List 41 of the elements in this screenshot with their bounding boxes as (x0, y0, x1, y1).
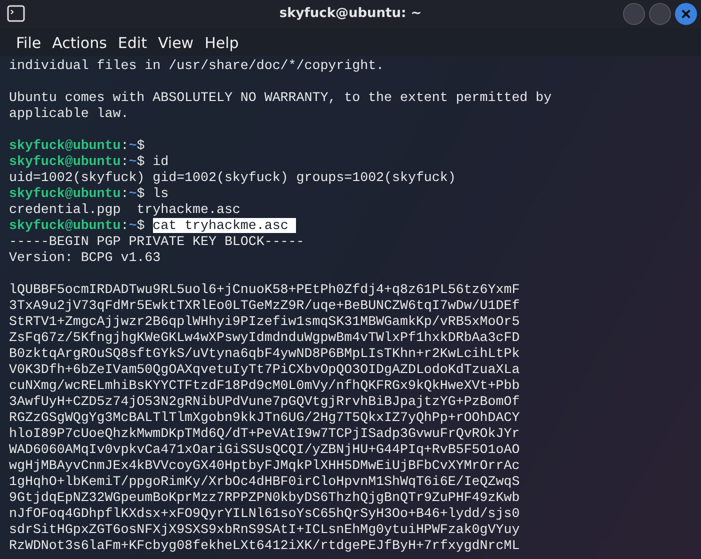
selected-command-text: cat tryhackme.asc (152, 218, 296, 233)
terminal-icon (7, 5, 25, 22)
menu-item[interactable]: Actions (49, 30, 115, 54)
output-text: ZsFq67z/5KfngjhgKWeGKLw4wXPswyIdmdnduWgpwBm4vTWlxPf1hxkDRbAa3cFD (9, 330, 520, 345)
output-text: hloI89P7cUoeQhzkMwmDKpTMd6Q/dT+PeVAtI9w7TCPjISadp3GvwuFrQvROkJYr (9, 426, 520, 441)
menu-item[interactable]: File (13, 30, 50, 54)
output-text: wgHjMBAyvCnmJEx4kBVVcoyGX40HptbyFJMqkPlXHH5DMwEiUjBFbCvXYMrOrrAc (9, 458, 520, 473)
output-text: applicable law. (9, 106, 129, 121)
output-text: sdrSitHGpxZGT6osNFXjX9SXS9xbRnS9SAtI+ICLsnEhMg0ytuiHPWFzak0gVYuy (9, 522, 520, 537)
shell-prompt: skyfuck@ubuntu:~$ (9, 186, 145, 201)
command-text: id (152, 154, 169, 169)
maximize-button[interactable] (649, 3, 671, 25)
output-text: RGZzGSgWQgYg3McBALTlTlmXgobn9kkJTn6UG/2Hg7T5QkxIZ7yQhPp+rOOhDACY (9, 410, 520, 425)
output-text: B0zktqArgROuSQ8sftGYkS/uVtyna6qbF4ywND8P6BMpLIsTKhn+r2KwLcihLtPk (9, 346, 520, 361)
menu-item[interactable]: View (154, 30, 202, 54)
output-text: 9GtjdqEpNZ32WGpeumBoKprMzz7RPPZPN0kbyDS6ThzhQjgBnQTr9ZuPHF49zKwb (9, 490, 520, 505)
output-text: 1gHqhO+lbKemiT/ppgoRimKy/XrbOc4dHBF0irCloHpvnM1ShWqT6i6E/IeQZwqS (9, 474, 520, 489)
output-text: 3AwfUyH+CZD5z74jO53N2gRNibUPdVune7pGQVtgjRrvhBiBJpajtzYG+PzBomOf (9, 394, 520, 409)
shell-prompt: skyfuck@ubuntu:~$ (9, 218, 145, 233)
output-text: StRTV1+ZmgcAjjwzr2B6qplWHhyi9PIzefiw1smqSK31MBWGamkKp/vRB5xMoOr5 (9, 314, 520, 329)
shell-prompt: skyfuck@ubuntu:~$ (9, 154, 145, 169)
output-text: credential.pgp tryhackme.asc (9, 202, 240, 217)
close-button[interactable] (675, 3, 697, 25)
output-text: V0K3Dfh+6bZeIVam50QgOAXqvetuIyTt7PiCXbvOpQO3OIDgAZDLodoKdTzuaXLa (9, 362, 520, 377)
minimize-button[interactable] (623, 3, 645, 25)
command-text: ls (152, 186, 169, 201)
output-text: WAD6060AMqIv0vpkvCa471xOariGiSSUsQCQI/yZBNjHU+G44PIq+RvB5F5O1oAO (9, 442, 520, 457)
output-text: lQUBBF5ocmIRDADTwu9RL5uol6+jCnuoK58+PEtPh0Zfdj4+q8z61PL56tz6YxmF (9, 282, 520, 297)
output-text: -----BEGIN PGP PRIVATE KEY BLOCK----- (9, 234, 304, 249)
shell-prompt: skyfuck@ubuntu:~$ (9, 138, 145, 153)
output-text: Version: BCPG v1.63 (9, 250, 161, 265)
menu-item[interactable]: Edit (114, 30, 155, 54)
output-text: individual files in /usr/share/doc/*/copyright. (9, 58, 384, 73)
output-text: Ubuntu comes with ABSOLUTELY NO WARRANTY, to the extent permitted by (9, 90, 552, 105)
output-text: 3TxA9u2jV73qFdMr5EwktTXRlEo0LTGeMzZ9R/uqe+BeBUNCZW6tqI7wDw/U1DEf (9, 298, 520, 313)
output-text: cuNXmg/wcRELmhiBsKYYCTFtzdF18Pd9cM0L0mVy/nfhQKFRGx9kQkHweXVt+Pbb (9, 378, 520, 393)
output-text: nJfOFoq4GDhpflKXdsx+xFO9QyrYILNl61soYsC65hQrSyH3Oo+B46+lydd/sjs0 (9, 506, 520, 521)
output-text: uid=1002(skyfuck) gid=1002(skyfuck) groups=1002(skyfuck) (9, 170, 456, 185)
window-title: skyfuck@ubuntu: ~ (279, 6, 422, 21)
menu-item[interactable]: Help (202, 30, 247, 54)
output-text: RzWDNot3s6laFm+KFcbyg08fekheLXt6412iXK/rtdgePEJfByH+7rfxygdNrcML (9, 538, 520, 553)
